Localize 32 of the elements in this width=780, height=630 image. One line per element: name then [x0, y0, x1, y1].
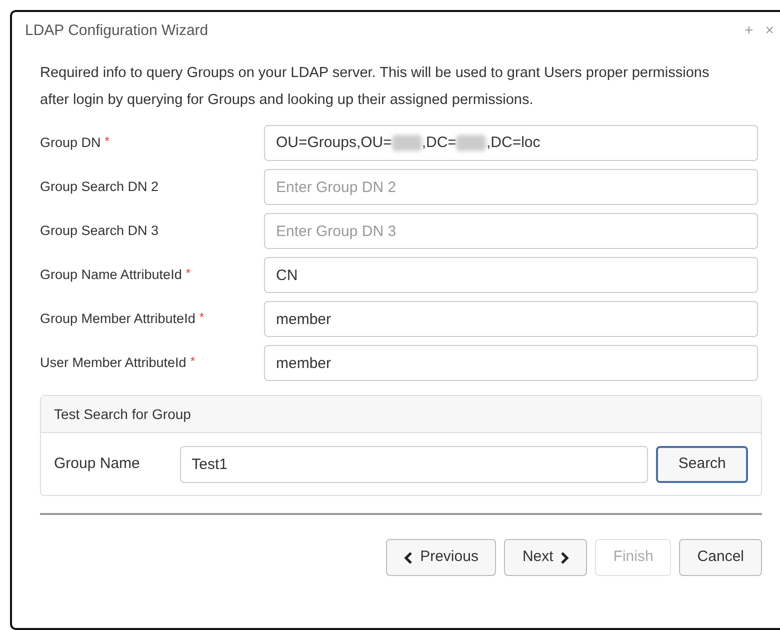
required-mark: *: [190, 353, 195, 370]
input-field[interactable]: CN: [264, 257, 758, 293]
search-button[interactable]: Search: [656, 446, 748, 482]
chevron-left-icon: [404, 552, 414, 564]
panel-title: Test Search for Group: [54, 404, 191, 424]
input-field[interactable]: member: [264, 301, 758, 337]
required-mark: *: [186, 265, 190, 282]
field-label: Group Search DN 2: [40, 178, 159, 196]
input-field[interactable]: Enter Group DN 3: [264, 213, 758, 249]
required-mark: *: [104, 133, 110, 150]
field-label: User Member AttributeId: [40, 354, 186, 372]
previous-button[interactable]: Previous: [386, 539, 496, 576]
field-value: ,DC=loc: [486, 132, 540, 153]
input-field[interactable]: Enter Group DN 2: [264, 169, 758, 205]
input-field[interactable]: OU=Groups,OU= ,DC= ,DC=loc: [264, 125, 758, 161]
group-name-field[interactable]: Test1: [180, 446, 648, 482]
redacted-mark: [392, 135, 422, 151]
field-value: OU=Groups,OU=: [276, 132, 392, 153]
field-label: Group Name AttributeId: [40, 266, 182, 284]
field-label: Group Name: [54, 454, 141, 474]
chevron-right-icon: [560, 552, 570, 564]
next-button[interactable]: Next: [504, 539, 588, 576]
required-mark: *: [199, 309, 204, 326]
field-value: ,DC=: [422, 132, 456, 153]
field-label: Group DN: [40, 134, 101, 152]
redacted-mark: [456, 135, 486, 151]
field-label: Group Member AttributeId: [40, 310, 196, 328]
window-title: LDAP Configuration Wizard: [25, 20, 208, 41]
intro-text: Required info to query Groups on your LDAP server. This will be used to grant Users proper permissions after login by querying for Groups and looking up their assigned permissions.: [40, 64, 710, 110]
dialog-button[interactable]: Cancel: [679, 539, 762, 576]
input-field[interactable]: member: [264, 345, 758, 381]
field-label: Group Search DN 3: [40, 222, 159, 240]
